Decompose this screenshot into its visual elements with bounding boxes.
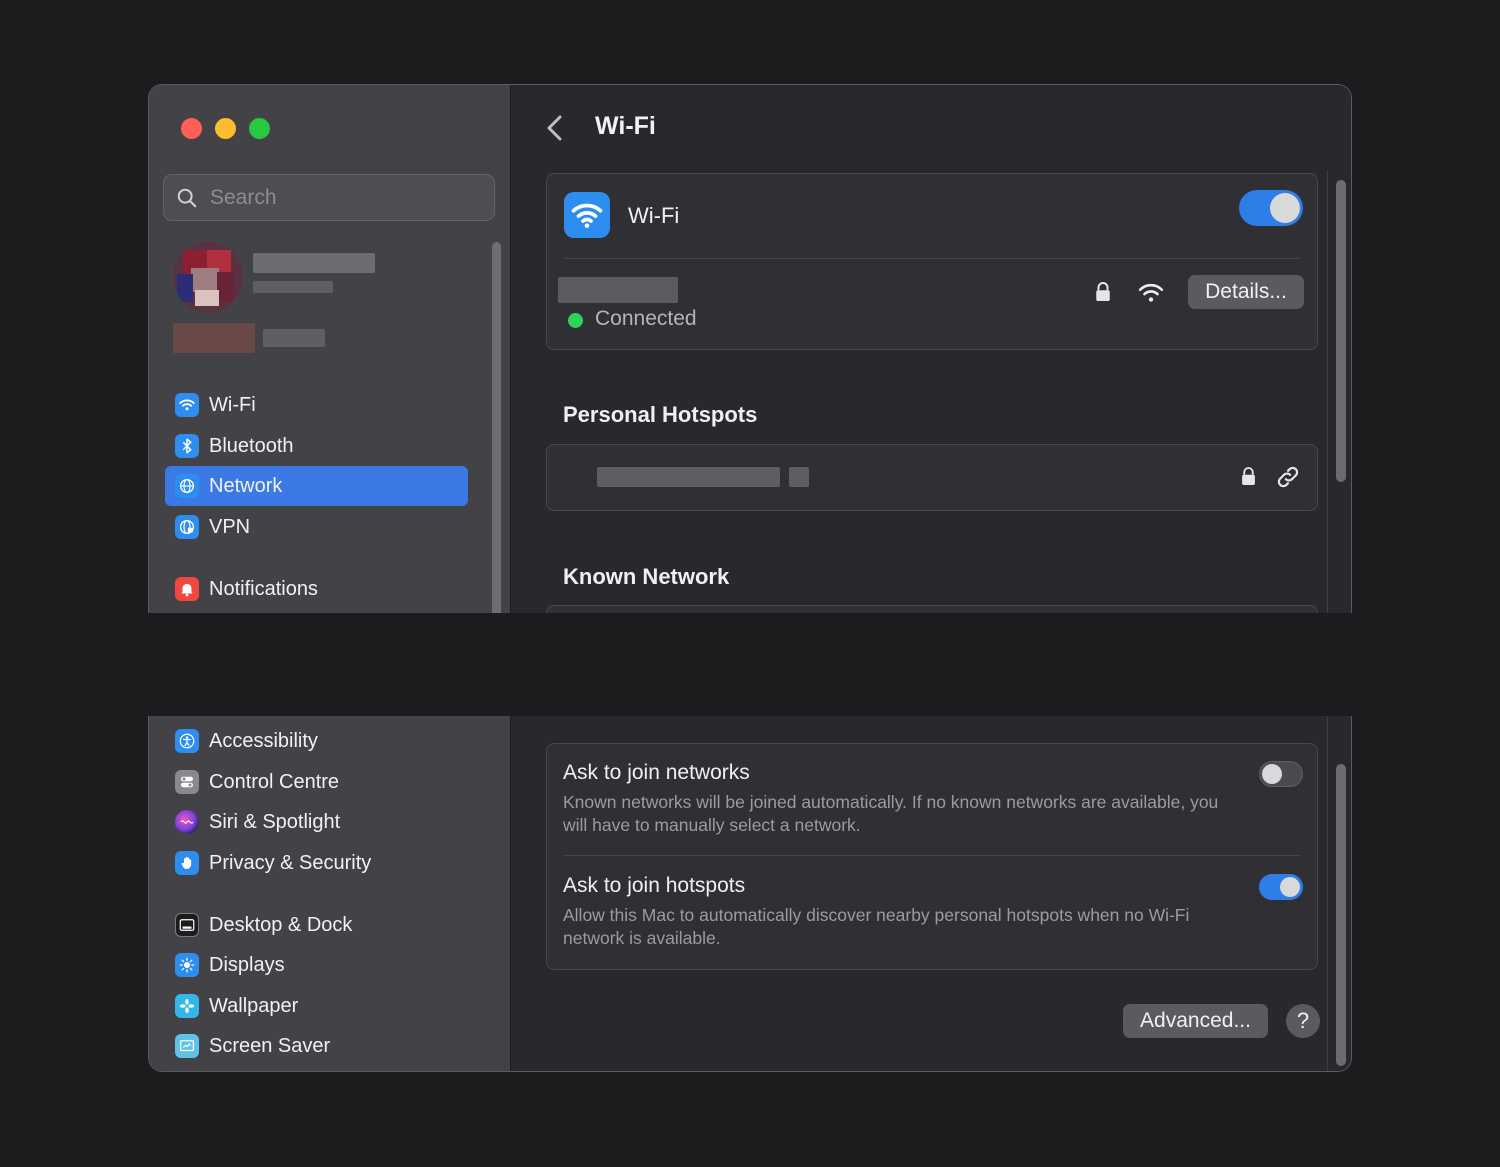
siri-icon (175, 810, 199, 834)
sidebar-item-label: Desktop & Dock (209, 913, 353, 936)
lock-icon (1242, 467, 1255, 485)
wifi-signal-icon (1138, 283, 1164, 302)
ask-join-hotspots-title: Ask to join hotspots (563, 874, 746, 897)
account-name-redacted (253, 253, 375, 273)
sidebar-item-siri-spotlight[interactable]: Siri & Spotlight (165, 802, 468, 842)
account-subtitle-redacted (253, 281, 333, 293)
known-network-panel (546, 605, 1318, 613)
accessibility-icon (175, 729, 199, 753)
main-scrollbar[interactable] (1336, 180, 1346, 482)
sidebar-item-label: Siri & Spotlight (209, 810, 341, 833)
sidebar-item-desktop-dock[interactable]: Desktop & Dock (165, 905, 468, 945)
scroll-track (1327, 716, 1328, 1071)
sidebar-item-label: Bluetooth (209, 434, 294, 457)
globe-icon (175, 474, 199, 498)
ask-join-networks-title: Ask to join networks (563, 761, 750, 784)
family-avatar-redacted[interactable] (173, 323, 255, 353)
vpn-globe-icon (175, 515, 199, 539)
sidebar-item-bluetooth[interactable]: Bluetooth (165, 426, 468, 466)
sidebar-item-network[interactable]: Network (165, 466, 468, 506)
screenshot-gap (0, 613, 1500, 716)
known-network-heading: Known Network (563, 564, 730, 589)
search-icon (177, 188, 197, 207)
sidebar-item-label: Wallpaper (209, 994, 299, 1017)
sidebar-item-control-centre[interactable]: Control Centre (165, 762, 468, 802)
join-options-panel: Ask to join networks Known networks will… (546, 743, 1318, 970)
sidebar-item-wallpaper[interactable]: Wallpaper (165, 986, 468, 1026)
sidebar-item-label: Accessibility (209, 729, 318, 752)
sidebar-item-privacy-security[interactable]: Privacy & Security (165, 843, 468, 883)
sidebar-item-screen-saver[interactable]: Screen Saver (165, 1026, 468, 1066)
sidebar-item-label: Displays (209, 953, 285, 976)
sidebar-lower: Accessibility Control Centre Siri & Spot… (149, 716, 511, 1071)
main-pane-lower: Ask to join networks Known networks will… (511, 716, 1351, 1071)
sidebar-item-accessibility[interactable]: Accessibility (165, 721, 468, 761)
sidebar-item-label: Network (209, 474, 283, 497)
wifi-toggle[interactable] (1239, 190, 1303, 226)
sidebar-item-label: Screen Saver (209, 1034, 331, 1057)
control-centre-icon (175, 770, 199, 794)
details-button[interactable]: Details... (1188, 275, 1304, 309)
back-chevron-icon[interactable] (541, 111, 571, 145)
sun-icon (175, 953, 199, 977)
advanced-button[interactable]: Advanced... (1123, 1004, 1268, 1038)
bluetooth-icon (175, 434, 199, 458)
scroll-track (1327, 170, 1328, 613)
family-label-redacted (263, 329, 325, 347)
personal-hotspots-heading: Personal Hotspots (563, 402, 758, 427)
network-name-redacted (558, 277, 678, 303)
hotspot-name-redacted (597, 467, 780, 487)
hotspot-name-redacted (789, 467, 809, 487)
search-field[interactable] (163, 174, 495, 221)
link-icon (1277, 466, 1299, 488)
ask-join-hotspots-toggle[interactable] (1259, 874, 1303, 900)
sidebar-item-label: Control Centre (209, 770, 340, 793)
divider (564, 258, 1300, 259)
page-title: Wi-Fi (595, 112, 656, 140)
hand-icon (175, 851, 199, 875)
sidebar-item-displays[interactable]: Displays (165, 945, 468, 985)
hotspot-row[interactable] (546, 444, 1318, 511)
settings-window-top: Wi-Fi Bluetooth Network VPN Notification… (148, 84, 1352, 613)
ask-join-networks-toggle[interactable] (1259, 761, 1303, 787)
lock-icon (1096, 282, 1110, 301)
sidebar-item-notifications[interactable]: Notifications (165, 569, 468, 609)
account-avatar[interactable] (173, 242, 243, 312)
main-scrollbar-lower[interactable] (1336, 764, 1346, 1066)
main-pane: Wi-Fi Wi-Fi Connected Details... Persona… (511, 85, 1351, 613)
divider (564, 855, 1300, 856)
sidebar-item-label: Notifications (209, 577, 318, 600)
sidebar-item-wifi[interactable]: Wi-Fi (165, 385, 468, 425)
bell-icon (175, 577, 199, 601)
ask-join-networks-description: Known networks will be joined automatica… (563, 792, 1219, 835)
wifi-app-icon (564, 192, 610, 238)
connected-dot (568, 313, 583, 328)
help-button[interactable]: ? (1286, 1004, 1320, 1038)
sidebar: Wi-Fi Bluetooth Network VPN Notification… (149, 85, 511, 613)
screensaver-icon (175, 1034, 199, 1058)
dock-icon (175, 913, 199, 937)
zoom-window-button[interactable] (249, 118, 270, 139)
ask-join-hotspots-description: Allow this Mac to automatically discover… (563, 905, 1190, 948)
connection-status: Connected (595, 307, 697, 330)
close-window-button[interactable] (181, 118, 202, 139)
search-input[interactable] (210, 185, 470, 210)
wifi-panel: Wi-Fi Connected Details... (546, 173, 1318, 350)
settings-window-bottom: Accessibility Control Centre Siri & Spot… (148, 716, 1352, 1072)
sidebar-item-label: VPN (209, 515, 251, 538)
minimize-window-button[interactable] (215, 118, 236, 139)
sidebar-scrollbar[interactable] (492, 242, 501, 613)
wifi-icon (175, 393, 199, 417)
sidebar-item-label: Wi-Fi (209, 393, 256, 416)
sidebar-item-vpn[interactable]: VPN (165, 507, 468, 547)
flower-icon (175, 994, 199, 1018)
wifi-row-label: Wi-Fi (628, 203, 680, 228)
sidebar-item-label: Privacy & Security (209, 851, 372, 874)
